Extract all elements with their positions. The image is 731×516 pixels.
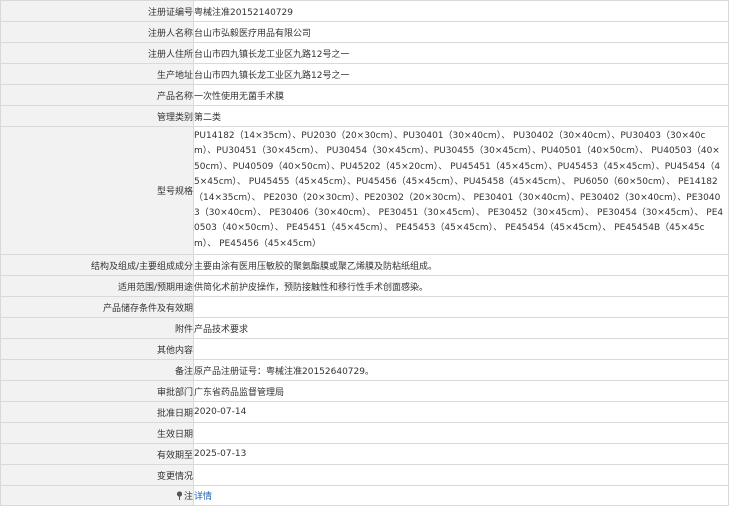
table-row: 生产地址 台山市四九镇长龙工业区九路12号之一 [0, 63, 729, 85]
field-value: 台山市四九镇长龙工业区九路12号之一 [193, 42, 729, 64]
note-value-cell: 详情 [193, 485, 729, 507]
note-label-cell: 注 [0, 485, 194, 507]
field-label: 注册证编号 [0, 0, 194, 22]
field-value: 主要由涂有医用压敏胶的聚氨酯膜或聚乙烯膜及防粘纸组成。 [193, 254, 729, 277]
field-label: 型号规格 [0, 125, 194, 256]
registration-detail: 注册证编号 粤械注准20152140729 注册人名称 台山市弘毅医疗用品有限公… [0, 0, 729, 515]
table-row: 批准日期 2020-07-14 [0, 401, 729, 424]
table-row: 注册人名称 台山市弘毅医疗用品有限公司 [0, 21, 729, 43]
table-row: 附件 产品技术要求 [0, 317, 729, 340]
table-row: 审批部门 广东省药品监督管理局 [0, 380, 729, 403]
field-value: 粤械注准20152140729 [193, 0, 729, 22]
field-value: 2025-07-13 [193, 443, 729, 466]
field-label: 审批部门 [0, 380, 194, 403]
field-value: PU14182（14×35cm）、PU2030（20×30cm）、PU30401… [193, 125, 729, 256]
field-label: 变更情况 [0, 464, 194, 487]
field-label: 注册人名称 [0, 21, 194, 43]
field-label: 产品储存条件及有效期 [0, 296, 194, 319]
field-label: 附件 [0, 317, 194, 340]
table-row: 型号规格 PU14182（14×35cm）、PU2030（20×30cm）、PU… [0, 125, 729, 256]
field-value: 台山市四九镇长龙工业区九路12号之一 [193, 63, 729, 85]
table-row: 注册证编号 粤械注准20152140729 [0, 0, 729, 22]
field-value [193, 422, 729, 445]
table-row: 产品储存条件及有效期 [0, 296, 729, 319]
registration-detail-table: 注册证编号 粤械注准20152140729 注册人名称 台山市弘毅医疗用品有限公… [0, 0, 729, 507]
field-label: 备注 [0, 359, 194, 382]
field-value: 产品技术要求 [193, 317, 729, 340]
table-row: 生效日期 [0, 422, 729, 445]
field-value: 2020-07-14 [193, 401, 729, 424]
details-link[interactable]: 详情 [194, 492, 212, 502]
field-label: 生产地址 [0, 63, 194, 85]
field-label: 生效日期 [0, 422, 194, 445]
field-value [193, 296, 729, 319]
field-label: 适用范围/预期用途 [0, 275, 194, 298]
table-row: 有效期至 2025-07-13 [0, 443, 729, 466]
table-row: 管理类别 第二类 [0, 105, 729, 127]
field-value: 原产品注册证号：粤械注准20152640729。 [193, 359, 729, 382]
field-label: 有效期至 [0, 443, 194, 466]
table-row: 产品名称 一次性使用无菌手术膜 [0, 84, 729, 106]
field-value: 第二类 [193, 105, 729, 127]
field-label: 注册人住所 [0, 42, 194, 64]
field-value: 广东省药品监督管理局 [193, 380, 729, 403]
field-value [193, 464, 729, 487]
field-label: 其他内容 [0, 338, 194, 361]
table-row: 变更情况 [0, 464, 729, 487]
table-row-note: 注 详情 [0, 485, 729, 507]
field-label: 产品名称 [0, 84, 194, 106]
pin-icon [176, 491, 183, 501]
table-row: 备注 原产品注册证号：粤械注准20152640729。 [0, 359, 729, 382]
field-value: 供简化术前护皮操作，预防接触性和移行性手术创面感染。 [193, 275, 729, 298]
field-label: 结构及组成/主要组成成分 [0, 254, 194, 277]
table-row: 注册人住所 台山市四九镇长龙工业区九路12号之一 [0, 42, 729, 64]
table-row: 其他内容 [0, 338, 729, 361]
field-value: 一次性使用无菌手术膜 [193, 84, 729, 106]
field-value: 台山市弘毅医疗用品有限公司 [193, 21, 729, 43]
table-row: 适用范围/预期用途 供简化术前护皮操作，预防接触性和移行性手术创面感染。 [0, 275, 729, 298]
note-label: 注 [183, 492, 193, 503]
table-row: 结构及组成/主要组成成分 主要由涂有医用压敏胶的聚氨酯膜或聚乙烯膜及防粘纸组成。 [0, 254, 729, 277]
field-value [193, 338, 729, 361]
field-label: 批准日期 [0, 401, 194, 424]
field-label: 管理类别 [0, 105, 194, 127]
